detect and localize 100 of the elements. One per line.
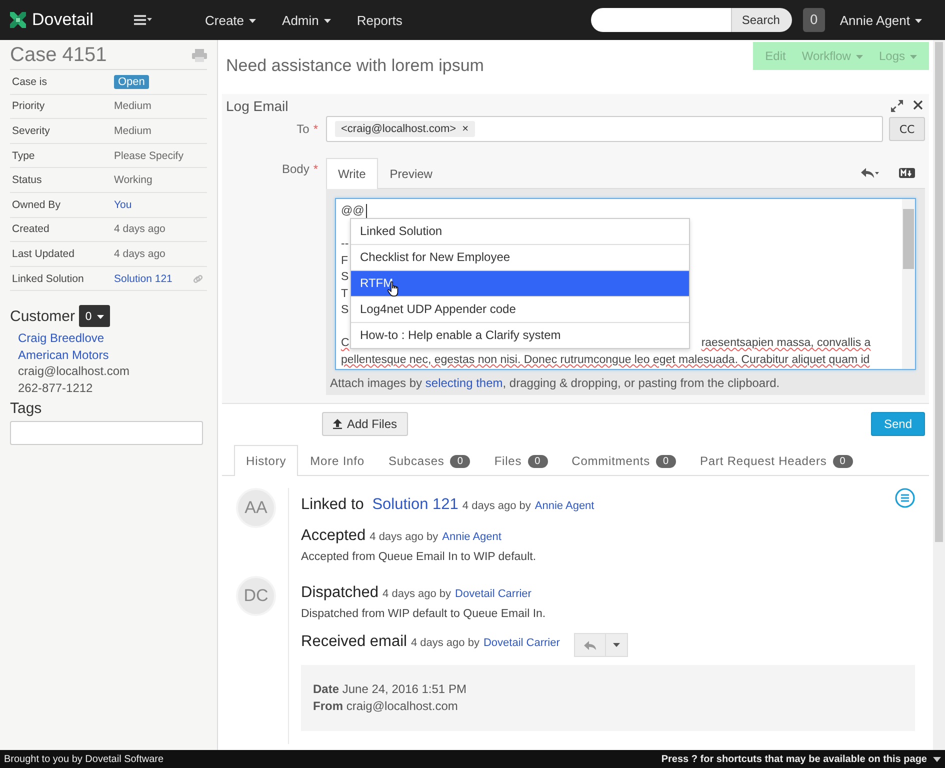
detail-tab[interactable]: More Info [298,445,376,476]
footer-text: Brought to you by Dovetail Software [4,754,165,764]
body-text: raesentsapien massa, convallis a [701,336,871,351]
shortcut-hint: Press ? for shortcuts that may be available on this page [661,754,927,764]
attach-hint: Attach images by selecting them, dragging & dropping, or pasting from the clipboard. [329,375,781,392]
field-value: Please Specify [114,150,184,162]
detail-tab[interactable]: Files 0 [482,445,560,476]
entry-title: Accepted [301,527,366,545]
caret-icon [97,314,104,319]
nav-menu-item[interactable]: Create [194,8,268,32]
entry-description: Accepted from Queue Email In to WIP default. [301,551,538,563]
user-menu[interactable]: Annie Agent [828,8,933,32]
nav-menu-item[interactable]: Reports [346,8,414,32]
case-title: Case 4151 [10,44,107,67]
field-label: Last Updated [12,248,76,260]
count-badge: 0 [450,454,470,468]
notification-count[interactable]: 0 [802,8,825,32]
detail-tab[interactable]: Subcases 0 [376,445,482,476]
email-field: From craig@localhost.com [313,698,903,715]
author-link[interactable]: Dovetail Carrier [455,588,532,600]
body-text: C [341,336,350,351]
field-label: Type [12,150,36,162]
entry-time: 4 days ago by [370,531,438,543]
body-textarea[interactable] [335,198,916,370]
count-badge: 0 [656,454,676,468]
menu-icon [134,15,152,25]
field-value: 4 days ago [114,248,166,260]
field-label: Severity [12,124,51,137]
detail-tab[interactable]: Part Request Headers 0 [688,445,865,476]
caret-icon [612,643,620,647]
count-badge: 0 [528,454,548,468]
customer-detail: 262-877-1212 [18,380,94,396]
caret-icon [915,19,922,24]
suggestion-item[interactable]: Linked Solution [351,219,689,245]
suggestion-item[interactable]: Log4net UDP Appender code [351,297,689,323]
logo-icon [8,10,28,30]
required-mark: * [313,162,318,176]
select-files-link[interactable]: selecting them [425,376,503,390]
body-text: S [341,303,349,318]
field-label: Linked Solution [12,272,85,285]
recipient-field[interactable]: <craig@localhost.com> × [326,116,883,142]
solution-link[interactable]: Solution 121 [372,496,458,514]
printer-icon [192,49,207,62]
brand-name[interactable]: Dovetail [32,10,94,30]
body-text: @@ [341,204,364,219]
detail-tab[interactable]: Commitments 0 [560,445,688,476]
count-badge: 0 [832,454,853,468]
body-text: pellentesque nec, egestas non nisi. Donec rutrumcongue leo eget malesuada. Curabitur aliquet quam id [341,352,870,368]
search-field[interactable] [590,8,731,32]
avatar: DC [236,576,276,616]
field-value: 4 days ago [114,223,166,236]
field-value: Working [114,174,152,186]
search-button[interactable]: Search [730,8,792,32]
author-link[interactable]: Annie Agent [442,531,502,543]
customer-detail: craig@localhost.com [18,363,131,380]
field-label: Owned By [12,198,62,211]
author-link[interactable]: Dovetail Carrier [483,637,560,649]
required-mark: * [313,122,318,136]
reply-icon [584,640,596,650]
section-heading: Customer [10,308,76,325]
panel-title: Log Email [226,98,288,114]
more-button[interactable] [606,633,628,657]
recipient-address: <craig@localhost.com> [341,123,456,135]
editor-tab[interactable]: Preview [378,158,444,189]
count-dropdown[interactable]: 0 [79,305,110,328]
nav-menu-item[interactable]: Admin [271,8,342,32]
body-text: -- [341,237,349,252]
link-icon [193,274,203,284]
markdown-icon [899,168,915,178]
editor-tab[interactable]: Write [326,158,378,189]
field-value: Medium [114,100,152,112]
body-text: T [341,286,348,302]
body-text: F [341,254,348,268]
caret-icon [933,756,941,762]
field-value: Medium [114,124,152,137]
entry-time: 4 days ago by [410,637,480,649]
entry-time: 4 days ago by [462,500,531,512]
field-label: Priority [12,100,46,112]
reply-icon [861,168,879,178]
page-title: Need assistance with lorem ipsum [226,56,485,76]
add-files-button[interactable]: Add Files [322,412,408,436]
customer-link[interactable]: American Motors [18,346,207,364]
cc-button[interactable]: CC [889,117,925,141]
expand-button[interactable] [889,98,905,114]
entry-title: Received email [301,633,407,651]
list-icon [895,488,915,508]
field-link[interactable]: Solution 121 [114,272,172,285]
field-label: To [296,122,310,136]
suggestion-item[interactable]: How-to : Help enable a Clarify system [351,323,689,348]
field-label: Status [12,174,43,186]
entry-description: Dispatched from WIP default to Queue Email In. [301,608,547,620]
author-link[interactable]: Annie Agent [534,500,594,512]
section-heading: Tags [10,400,43,418]
detail-tab[interactable]: History [234,445,298,476]
customer-link[interactable]: Craig Breedlove [18,330,207,347]
field-link[interactable]: You [114,198,132,211]
remove-button[interactable]: × [462,123,469,135]
email-field: Date June 24, 2016 1:51 PM [313,681,903,698]
tags-field[interactable] [10,421,203,446]
upload-icon [333,419,342,429]
